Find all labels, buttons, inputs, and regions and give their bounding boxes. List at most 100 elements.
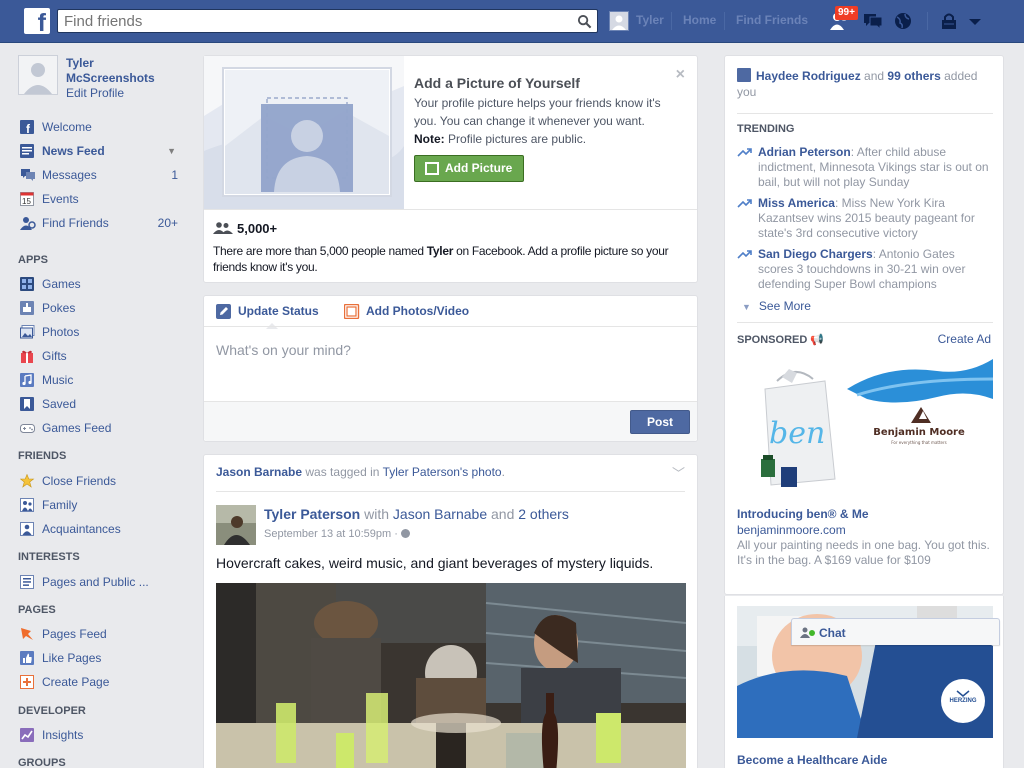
nav-family[interactable]: Family [18, 496, 184, 514]
nav-count: 20+ [157, 216, 178, 230]
trending-topic[interactable]: San Diego Chargers [758, 247, 873, 261]
trending-item[interactable]: Miss America: Miss New York Kira Kazants… [737, 196, 993, 241]
ad-url[interactable]: benjaminmoore.com [737, 523, 846, 537]
post-button[interactable]: Post [630, 410, 690, 434]
tab-update-status[interactable]: Update Status [216, 304, 319, 319]
see-more-label: See More [758, 299, 811, 313]
trending-item[interactable]: Adrian Peterson: After child abuse indic… [737, 145, 993, 190]
others-link[interactable]: 2 others [518, 506, 569, 522]
nav-music[interactable]: Music [18, 371, 184, 389]
section-title-pages: PAGES [18, 604, 56, 616]
pencil-icon [216, 304, 231, 319]
nav-games[interactable]: Games [18, 275, 184, 293]
ad-title[interactable]: Become a Healthcare Aide [737, 753, 887, 767]
calendar-icon: 15 [20, 192, 34, 206]
see-more-link[interactable]: ▼ See More [742, 299, 811, 313]
author-avatar[interactable] [216, 505, 256, 545]
text-segment: . [501, 465, 505, 479]
close-icon[interactable]: × [676, 66, 685, 84]
nav-acquaintances[interactable]: Acquaintances [18, 520, 184, 538]
profile-picture[interactable] [18, 55, 58, 95]
trending-item[interactable]: San Diego Chargers: Antonio Gates scores… [737, 247, 993, 292]
user-avatar[interactable] [609, 11, 629, 31]
divider [204, 209, 697, 210]
caret-down-icon[interactable]: ▼ [167, 142, 176, 160]
others-link[interactable]: 99 others [887, 69, 940, 83]
nav-news-feed[interactable]: News Feed ▼ [18, 142, 184, 160]
sponsored-label: SPONSORED [737, 334, 808, 346]
nav-create-page[interactable]: Create Page [18, 673, 184, 691]
nav-pokes[interactable]: Pokes [18, 299, 184, 317]
camera-icon [425, 162, 439, 175]
nav-insights[interactable]: Insights [18, 726, 184, 744]
story-photo[interactable] [216, 583, 686, 768]
status-composer: Update Status Add Photos/Video What's on… [203, 295, 698, 442]
nav-pages-and-public[interactable]: Pages and Public ... [18, 573, 184, 591]
trending-topic[interactable]: Adrian Peterson [758, 145, 851, 159]
nav-label: Acquaintances [42, 522, 121, 536]
family-icon [20, 498, 34, 512]
find-friends-link[interactable]: Find Friends [736, 13, 808, 27]
herzing-badge-text: HERZING [950, 698, 977, 704]
nav-gifts[interactable]: Gifts [18, 347, 184, 365]
story-timestamp[interactable]: September 13 at 10:59pm · [264, 528, 410, 540]
search-input[interactable] [58, 10, 568, 32]
author-name-link[interactable]: Tyler Paterson [264, 506, 360, 522]
divider [724, 12, 725, 30]
benjamin-moore-ad-graphic: ben Benjamin Moore For everything that m… [737, 359, 993, 494]
profile-link[interactable]: Tyler [636, 13, 664, 27]
ad-tagline: For everything that matters [891, 440, 946, 445]
photo-video-icon [344, 304, 360, 319]
people-count: 5,000+ [237, 221, 278, 236]
add-picture-button[interactable]: Add Picture [414, 155, 524, 182]
status-input[interactable]: What's on your mind? [216, 342, 351, 358]
note-label: Note: [414, 132, 445, 146]
profile-name[interactable]: Tyler McScreenshots [66, 56, 181, 86]
ad-description: All your painting needs in one bag. You … [737, 538, 990, 567]
nav-welcome[interactable]: f Welcome [18, 118, 184, 136]
nav-label: Music [42, 373, 74, 387]
facebook-logo[interactable]: f [24, 8, 50, 34]
edit-profile-link[interactable]: Edit Profile [66, 86, 124, 100]
nav-label: Create Page [42, 675, 110, 689]
privacy-lock-icon[interactable] [938, 11, 960, 31]
music-icon [20, 373, 34, 387]
nav-label: Gifts [42, 349, 67, 363]
notification-badge: 99+ [835, 6, 858, 20]
chevron-down-icon[interactable] [964, 11, 986, 31]
ad-image-benjamin-moore[interactable]: ben Benjamin Moore For everything that m… [737, 359, 993, 494]
nav-photos[interactable]: Photos [18, 323, 184, 341]
nav-like-pages[interactable]: Like Pages [18, 649, 184, 667]
note-text: Profile pictures are public. [448, 132, 587, 146]
messages-icon[interactable] [862, 11, 884, 31]
ad-title[interactable]: Introducing ben® & Me [737, 507, 869, 521]
tab-add-photos-video[interactable]: Add Photos/Video [344, 304, 469, 319]
photo-link[interactable]: Tyler Paterson's photo [383, 465, 502, 479]
nav-events[interactable]: 15 Events [18, 190, 184, 208]
section-title-apps: APPS [18, 254, 48, 266]
with-user-link[interactable]: Jason Barnabe [393, 506, 487, 522]
friend-name-link[interactable]: Haydee Rodriguez [756, 69, 861, 83]
nav-messages[interactable]: Messages 1 [18, 166, 184, 184]
tagged-user-link[interactable]: Jason Barnabe [216, 465, 302, 479]
nav-label: Insights [42, 728, 84, 742]
search-icon[interactable] [577, 14, 592, 29]
create-ad-link[interactable]: Create Ad [938, 332, 991, 346]
nav-close-friends[interactable]: Close Friends [18, 472, 184, 490]
news-feed-story: Jason Barnabe was tagged in Tyler Paters… [203, 454, 698, 768]
friend-add-icon [737, 68, 751, 82]
story-options-chevron-icon[interactable]: ﹀ [672, 463, 685, 482]
nav-saved[interactable]: Saved [18, 395, 184, 413]
story-author-line: Tyler Paterson with Jason Barnabe and 2 … [264, 506, 569, 522]
add-picture-card: Add a Picture of Yourself Your profile p… [203, 55, 698, 283]
nav-games-feed[interactable]: Games Feed [18, 419, 184, 437]
home-link[interactable]: Home [683, 13, 716, 27]
plus-icon [20, 675, 34, 689]
nav-find-friends[interactable]: Find Friends 20+ [18, 214, 184, 232]
trending-topic[interactable]: Miss America [758, 196, 835, 210]
nav-label: Events [42, 192, 79, 206]
globe-icon[interactable] [892, 11, 914, 31]
chat-tab[interactable]: Chat [791, 618, 1000, 645]
nav-pages-feed[interactable]: Pages Feed [18, 625, 184, 643]
friend-request-notice: Haydee Rodriguez and 99 others added you [737, 68, 997, 100]
